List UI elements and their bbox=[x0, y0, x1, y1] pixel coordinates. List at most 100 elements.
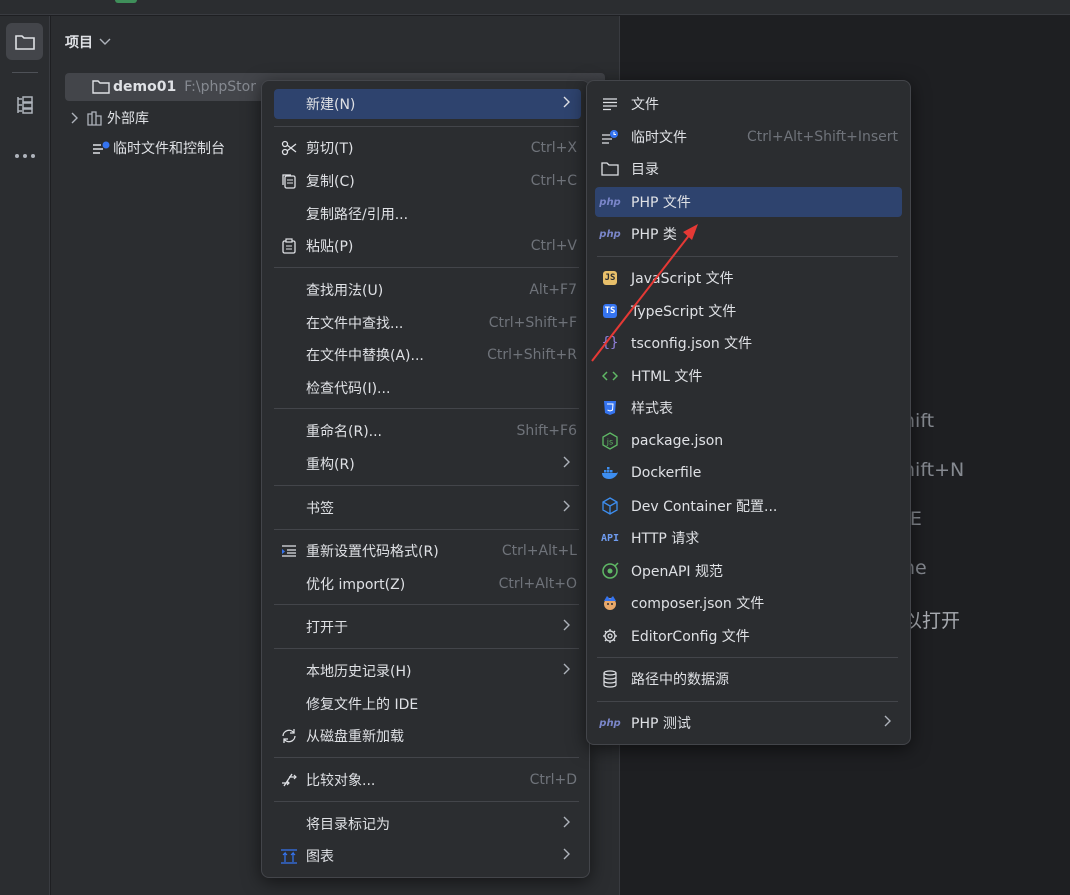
menu-item-label: 检查代码(I)... bbox=[306, 381, 391, 397]
tree-item-label: demo01 bbox=[113, 79, 177, 95]
tsconfig-icon: {} bbox=[601, 335, 619, 351]
folder-icon bbox=[14, 34, 35, 50]
submenu-item-stylesheet[interactable]: 样式表 bbox=[595, 393, 902, 423]
openapi-icon bbox=[595, 556, 625, 586]
menu-item-cut[interactable]: 剪切(T) Ctrl+X bbox=[274, 133, 581, 163]
compare-icon bbox=[274, 765, 304, 795]
menu-item-bookmarks[interactable]: 书签 bbox=[274, 493, 581, 523]
menu-item-shortcut: Ctrl+Alt+L bbox=[501, 543, 577, 559]
php-icon: php bbox=[599, 196, 621, 208]
menu-item-label: 重构(R) bbox=[306, 457, 355, 473]
tool-window-bar bbox=[0, 16, 50, 895]
submenu-item-php-test[interactable]: php PHP 测试 bbox=[595, 708, 902, 738]
more-tools-button[interactable] bbox=[6, 137, 43, 174]
menu-separator bbox=[274, 126, 579, 127]
menu-item-find-in-files[interactable]: 在文件中查找... Ctrl+Shift+F bbox=[274, 308, 581, 338]
menu-separator bbox=[597, 701, 898, 702]
menu-item-local-history[interactable]: 本地历史记录(H) bbox=[274, 656, 581, 686]
reformat-icon bbox=[274, 536, 304, 566]
menu-separator bbox=[597, 256, 898, 257]
menu-item-shortcut: Ctrl+D bbox=[529, 772, 577, 788]
menu-item-mark-directory-as[interactable]: 将目录标记为 bbox=[274, 809, 581, 839]
submenu-item-composer-json[interactable]: composer.json 文件 bbox=[595, 588, 902, 618]
menu-item-reload-from-disk[interactable]: 从磁盘重新加载 bbox=[274, 721, 581, 751]
submenu-item-http-request[interactable]: API HTTP 请求 bbox=[595, 523, 902, 553]
menu-item-reformat-code[interactable]: 重新设置代码格式(R) Ctrl+Alt+L bbox=[274, 536, 581, 566]
submenu-item-editorconfig[interactable]: EditorConfig 文件 bbox=[595, 621, 902, 651]
submenu-item-data-source-in-path[interactable]: 路径中的数据源 bbox=[595, 664, 902, 694]
menu-item-diagrams[interactable]: 图表 bbox=[274, 841, 581, 871]
menu-item-label: 复制路径/引用... bbox=[306, 207, 409, 223]
chevron-right-icon bbox=[563, 848, 571, 864]
project-tool-button[interactable] bbox=[6, 23, 43, 60]
submenu-item-typescript[interactable]: TS TypeScript 文件 bbox=[595, 296, 902, 326]
menu-item-label: 书签 bbox=[306, 501, 334, 517]
folder-icon bbox=[595, 154, 625, 184]
project-panel-header[interactable]: 项目 bbox=[65, 32, 111, 52]
submenu-item-scratch-file[interactable]: 临时文件 Ctrl+Alt+Shift+Insert bbox=[595, 122, 902, 152]
submenu-item-dockerfile[interactable]: Dockerfile bbox=[595, 458, 902, 488]
menu-item-label: 查找用法(U) bbox=[306, 283, 384, 299]
menu-item-copy-path[interactable]: 复制路径/引用... bbox=[274, 199, 581, 229]
menu-item-inspect-code[interactable]: 检查代码(I)... bbox=[274, 373, 581, 403]
submenu-item-tsconfig[interactable]: {} tsconfig.json 文件 bbox=[595, 328, 902, 358]
menu-item-repair-ide[interactable]: 修复文件上的 IDE bbox=[274, 689, 581, 719]
toolbar-separator bbox=[12, 72, 38, 73]
submenu-item-package-json[interactable]: js package.json bbox=[595, 426, 902, 456]
menu-item-new[interactable]: 新建(N) bbox=[274, 89, 581, 119]
library-icon bbox=[85, 110, 105, 126]
submenu-item-php-class[interactable]: php PHP 类 bbox=[595, 219, 902, 249]
menu-separator bbox=[274, 267, 579, 268]
diagram-icon bbox=[274, 841, 304, 871]
submenu-item-file[interactable]: 文件 bbox=[595, 89, 902, 119]
scissors-icon bbox=[274, 133, 304, 163]
menu-item-compare-with[interactable]: 比较对象... Ctrl+D bbox=[274, 765, 581, 795]
menu-item-label: 在文件中查找... bbox=[306, 316, 404, 332]
menu-item-label: EditorConfig 文件 bbox=[631, 629, 750, 645]
menu-item-open-in[interactable]: 打开于 bbox=[274, 612, 581, 642]
menu-item-copy[interactable]: 复制(C) Ctrl+C bbox=[274, 166, 581, 196]
menu-separator bbox=[597, 657, 898, 658]
menu-item-shortcut: Ctrl+Alt+Shift+Insert bbox=[746, 129, 898, 145]
submenu-item-javascript[interactable]: JS JavaScript 文件 bbox=[595, 263, 902, 293]
html-icon bbox=[595, 361, 625, 391]
php-icon: php bbox=[599, 228, 621, 240]
scratch-file-icon bbox=[91, 140, 111, 156]
menu-item-label: HTTP 请求 bbox=[631, 531, 700, 547]
menu-item-label: 优化 import(Z) bbox=[306, 577, 406, 593]
menu-item-replace-in-files[interactable]: 在文件中替换(A)... Ctrl+Shift+R bbox=[274, 340, 581, 370]
composer-icon bbox=[595, 588, 625, 618]
menu-item-label: HTML 文件 bbox=[631, 369, 703, 385]
menu-item-label: PHP 类 bbox=[631, 227, 677, 243]
menu-item-label: 粘贴(P) bbox=[306, 239, 354, 255]
submenu-item-dev-container[interactable]: Dev Container 配置... bbox=[595, 491, 902, 521]
menu-item-label: 修复文件上的 IDE bbox=[306, 697, 419, 713]
menu-item-label: PHP 测试 bbox=[631, 716, 691, 732]
menu-item-refactor[interactable]: 重构(R) bbox=[274, 449, 581, 479]
menu-item-label: 在文件中替换(A)... bbox=[306, 348, 424, 364]
api-icon: API bbox=[600, 532, 620, 544]
menu-item-optimize-imports[interactable]: 优化 import(Z) Ctrl+Alt+O bbox=[274, 569, 581, 599]
menu-item-paste[interactable]: 粘贴(P) Ctrl+V bbox=[274, 231, 581, 261]
menu-item-label: 复制(C) bbox=[306, 174, 355, 190]
tree-item-label: 外部库 bbox=[107, 111, 149, 127]
submenu-item-html[interactable]: HTML 文件 bbox=[595, 361, 902, 391]
scratch-file-icon bbox=[595, 122, 625, 152]
new-submenu: 文件 临时文件 Ctrl+Alt+Shift+Insert 目录 php PHP… bbox=[586, 80, 911, 745]
editorconfig-icon bbox=[595, 621, 625, 651]
menu-item-shortcut: Ctrl+V bbox=[530, 238, 577, 254]
structure-tool-button[interactable] bbox=[6, 86, 43, 123]
menu-item-find-usages[interactable]: 查找用法(U) Alt+F7 bbox=[274, 275, 581, 305]
menu-item-label: 图表 bbox=[306, 849, 334, 865]
submenu-item-openapi[interactable]: OpenAPI 规范 bbox=[595, 556, 902, 586]
submenu-item-php-file[interactable]: php PHP 文件 bbox=[595, 187, 902, 217]
copy-icon bbox=[274, 166, 304, 196]
submenu-item-directory[interactable]: 目录 bbox=[595, 154, 902, 184]
menu-item-label: Dev Container 配置... bbox=[631, 499, 778, 515]
title-bar-accent bbox=[115, 0, 137, 3]
chevron-right-icon bbox=[563, 619, 571, 635]
menu-item-label: 比较对象... bbox=[306, 773, 376, 789]
dev-container-icon bbox=[595, 491, 625, 521]
menu-item-rename[interactable]: 重命名(R)... Shift+F6 bbox=[274, 416, 581, 446]
menu-separator bbox=[274, 801, 579, 802]
